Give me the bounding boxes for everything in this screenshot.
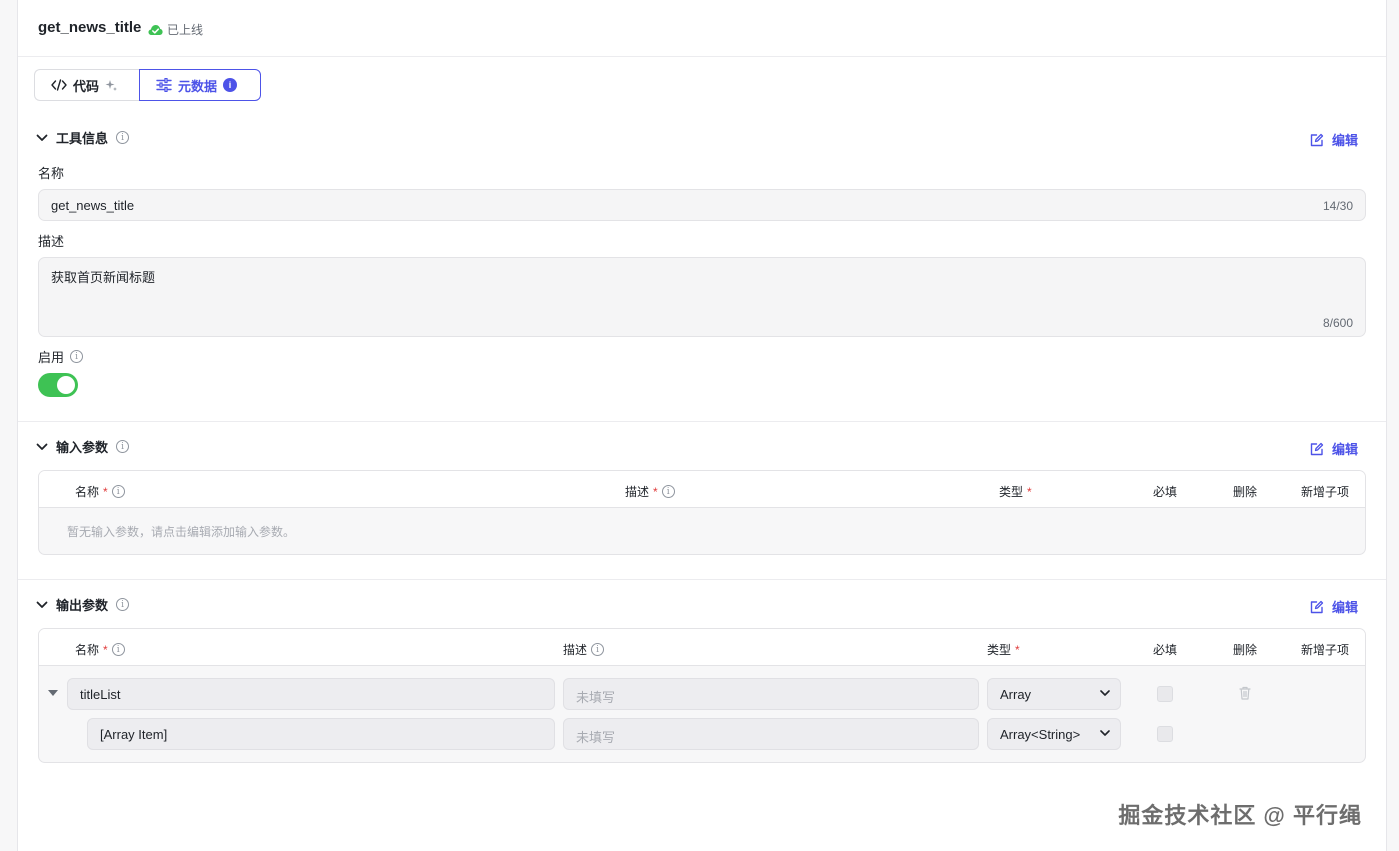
param-description-input[interactable]: 未填写 [563,678,979,710]
info-icon[interactable]: i [111,643,125,656]
edit-icon [1310,442,1324,455]
watermark: 掘金技术社区 @ 平行绳 [1118,803,1362,828]
right-scrollbar[interactable] [1386,0,1399,851]
toggle-knob [57,376,75,394]
info-icon[interactable]: i [116,131,130,144]
edit-label: 编辑 [1331,600,1358,615]
name-char-count: 14/30 [1322,199,1353,213]
col-delete: 删除 [1233,485,1258,499]
tool-info-edit-button[interactable]: 编辑 [1310,130,1358,149]
status-label: 已上线 [167,23,204,37]
cloud-check-icon [148,24,163,35]
section-divider [18,579,1386,580]
chevron-down-icon [1100,730,1110,736]
name-label: 名称 [38,166,65,181]
tab-metadata-label: 元数据 [178,78,218,94]
code-icon [51,79,67,91]
chevron-down-icon [36,443,48,450]
status-badge: 已上线 [148,21,203,38]
edit-icon [1310,600,1324,613]
col-delete: 删除 [1233,643,1258,657]
info-icon[interactable]: i [661,485,675,498]
required-checkbox[interactable] [1157,726,1173,742]
info-icon[interactable]: i [116,440,130,453]
col-type: 类型 * [999,484,1032,500]
edit-icon [1310,133,1324,146]
output-params-title: 输出参数 [56,598,109,613]
input-params-edit-button[interactable]: 编辑 [1310,439,1358,458]
tool-info-toggle[interactable]: 工具信息 i [36,128,130,147]
param-type-select[interactable]: Array [987,678,1121,710]
empty-state-text: 暂无输入参数，请点击编辑添加输入参数。 [67,525,296,539]
chevron-down-icon [1100,690,1110,696]
enable-toggle[interactable] [38,373,78,397]
page-header: get_news_title 已上线 [18,0,1386,57]
trash-icon[interactable] [1239,686,1251,700]
left-rail [0,0,18,851]
description-char-count: 8/600 [1322,316,1353,330]
col-required: 必填 [1153,643,1178,657]
col-type: 类型 * [987,642,1020,658]
info-icon[interactable]: i [70,350,84,363]
enable-label-row: 启用 i [38,347,84,366]
col-required: 必填 [1153,485,1178,499]
required-checkbox[interactable] [1157,686,1173,702]
col-name: 名称 * i [75,483,125,500]
col-name: 名称 * i [75,641,125,658]
tool-name-value: get_news_title [51,198,135,213]
sliders-icon [156,78,172,92]
table-header: 名称 * i 描述 i 类型 * 必填 删除 新增子项 [39,629,1365,666]
input-params-title: 输入参数 [56,440,109,455]
chevron-down-icon [36,134,48,141]
output-params-toggle[interactable]: 输出参数 i [36,595,130,614]
info-icon[interactable]: i [116,598,130,611]
section-divider [18,421,1386,422]
edit-label: 编辑 [1331,133,1358,148]
tool-name-field[interactable]: get_news_title 14/30 [38,189,1366,221]
view-tabs: 代码 元数据 i [34,69,261,101]
tool-info-title: 工具信息 [56,131,109,146]
col-description: 描述 i [563,641,605,658]
input-params-table: 名称 * i 描述 * i 类型 * 必填 删除 新增子项 暂无输入参数，请点击编辑添… [38,470,1366,555]
tool-description-value: 获取首页新闻标题 [51,270,156,285]
expand-caret-icon[interactable] [48,690,58,696]
output-params-table: 名称 * i 描述 i 类型 * 必填 删除 新增子项 titleList 未填写 … [38,628,1366,763]
tab-metadata[interactable]: 元数据 i [139,69,261,101]
col-add-child: 新增子项 [1301,485,1350,499]
tool-description-field[interactable]: 获取首页新闻标题 8/600 [38,257,1366,337]
page-title: get_news_title [38,19,142,36]
info-icon[interactable]: i [111,485,125,498]
sparkle-icon [105,80,118,91]
enable-label: 启用 [38,350,65,365]
col-description: 描述 * i [625,483,675,500]
table-header: 名称 * i 描述 * i 类型 * 必填 删除 新增子项 [39,471,1365,508]
edit-label: 编辑 [1331,442,1358,457]
param-name-input[interactable]: titleList [67,678,555,710]
tab-code[interactable]: 代码 [34,69,139,101]
col-add-child: 新增子项 [1301,643,1350,657]
output-params-edit-button[interactable]: 编辑 [1310,597,1358,616]
param-description-input[interactable]: 未填写 [563,718,979,750]
info-icon[interactable]: i [591,643,605,656]
tool-detail-panel: get_news_title 已上线 代码 元数据 i 工具信息 i 编辑 名称… [18,0,1386,851]
param-type-select[interactable]: Array<String> [987,718,1121,750]
param-name-input[interactable]: [Array Item] [87,718,555,750]
info-badge-icon: i [223,78,238,92]
input-params-toggle[interactable]: 输入参数 i [36,437,130,456]
chevron-down-icon [36,601,48,608]
tab-code-label: 代码 [73,78,100,94]
description-label: 描述 [38,234,65,249]
